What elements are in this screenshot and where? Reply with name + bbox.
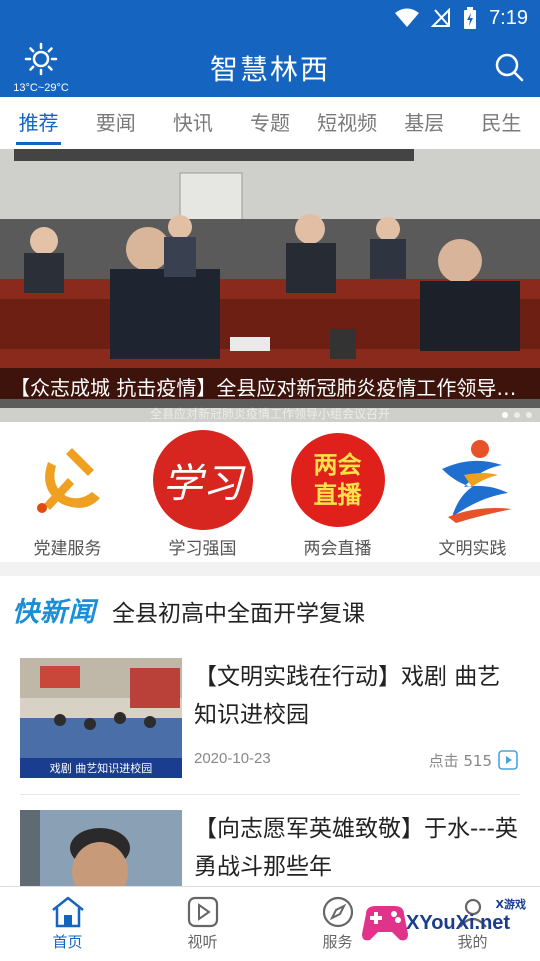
tab-recommend[interactable]: 推荐	[0, 97, 77, 149]
quick-link-xuexi[interactable]: 学习 学习强国	[135, 422, 270, 562]
app-title: 智慧林西	[209, 53, 330, 86]
watermark-small-text: X游戏	[495, 898, 526, 911]
category-tabs: 推荐 要闻 快讯 专题 短视频 基层 民生	[0, 97, 540, 149]
status-bar: 7:19	[0, 0, 540, 36]
quick-link-label: 文明实践	[438, 539, 507, 559]
news-title[interactable]: 【向志愿军英雄致敬】于水---英勇战斗那些年	[194, 810, 520, 886]
live-icon-text-1: 两会	[313, 451, 362, 479]
no-signal-icon	[431, 8, 451, 27]
banner-subtitle: 全县应对新冠肺炎疫情工作领导小组会议召开	[149, 407, 390, 421]
flash-news-bar[interactable]: 快新闻 全县初高中全面开学复课	[0, 576, 540, 642]
news-list: 戏剧 曲艺知识进校园 【文明实践在行动】戏剧 曲艺知识进校园 2020-10-2…	[0, 642, 540, 886]
xuexi-icon-text: 学习	[162, 461, 243, 507]
quick-link-label: 党建服务	[33, 539, 102, 559]
compass-icon	[322, 896, 353, 928]
watermark-brand: XYouXi.net	[406, 912, 511, 934]
news-thumbnail: 戏剧 曲艺知识进校园	[20, 658, 182, 778]
tab-headlines[interactable]: 要闻	[77, 97, 154, 149]
news-thumbnail-image	[20, 810, 182, 886]
news-thumbnail	[20, 810, 182, 886]
nav-label: 视听	[187, 933, 218, 951]
carousel-dot[interactable]	[526, 412, 532, 418]
flash-news-logo: 快新闻	[12, 597, 96, 628]
nav-av[interactable]: 视听	[135, 887, 270, 961]
home-icon	[51, 896, 84, 928]
quick-link-civilization[interactable]: 文明实践	[405, 422, 540, 562]
tab-livelihood[interactable]: 民生	[463, 97, 540, 149]
banner-caption: 【众志成城 抗击疫情】全县应对新冠肺炎疫情工作领导…	[0, 368, 540, 408]
news-title[interactable]: 【文明实践在行动】戏剧 曲艺知识进校园	[194, 658, 520, 734]
quick-links: 党建服务 学习 学习强国 两会 直播 两会直播 文明实践	[0, 422, 540, 562]
quick-link-label: 学习强国	[168, 539, 237, 559]
flash-news-headline[interactable]: 全县初高中全面开学复课	[112, 594, 365, 628]
nav-label: 首页	[52, 933, 83, 951]
live-icon: 两会 直播	[286, 428, 390, 532]
news-item[interactable]: 【向志愿军英雄致敬】于水---英勇战斗那些年	[20, 794, 520, 886]
news-thumbnail-caption: 戏剧 曲艺知识进校园	[49, 762, 153, 775]
quick-link-party-service[interactable]: 党建服务	[0, 422, 135, 562]
civilization-icon	[441, 440, 512, 523]
search-icon[interactable]	[494, 52, 524, 82]
gamepad-logo-icon	[362, 906, 408, 941]
live-icon-text-2: 直播	[313, 481, 362, 509]
carousel-indicator	[502, 412, 532, 418]
nav-home[interactable]: 首页	[0, 887, 135, 961]
carousel-dot[interactable]	[514, 412, 520, 418]
status-time: 7:19	[489, 6, 528, 29]
wifi-icon	[395, 8, 420, 27]
tab-flash[interactable]: 快讯	[154, 97, 231, 149]
tab-topics[interactable]: 专题	[231, 97, 308, 149]
quick-link-label: 两会直播	[303, 539, 372, 559]
tab-grassroots[interactable]: 基层	[386, 97, 463, 149]
app-header: 13°C~29°C 智慧林西	[0, 36, 540, 97]
banner-carousel[interactable]: 【众志成城 抗击疫情】全县应对新冠肺炎疫情工作领导… 全县应对新冠肺炎疫情工作领…	[0, 149, 540, 422]
party-emblem-icon	[36, 448, 100, 513]
carousel-dot[interactable]	[502, 412, 508, 418]
tab-short-video[interactable]: 短视频	[309, 97, 386, 149]
watermark: X游戏 XYouXi.net	[360, 896, 532, 948]
news-hits: 点击 515	[428, 752, 492, 770]
video-play-icon[interactable]	[498, 750, 518, 770]
nav-label: 服务	[322, 933, 353, 951]
battery-icon	[464, 7, 477, 29]
quick-link-two-sessions[interactable]: 两会 直播 两会直播	[270, 422, 405, 562]
xuexi-icon: 学习	[151, 428, 255, 532]
play-icon	[187, 896, 218, 928]
news-date: 2020-10-23	[194, 750, 271, 767]
news-item[interactable]: 戏剧 曲艺知识进校园 【文明实践在行动】戏剧 曲艺知识进校园 2020-10-2…	[20, 642, 520, 782]
